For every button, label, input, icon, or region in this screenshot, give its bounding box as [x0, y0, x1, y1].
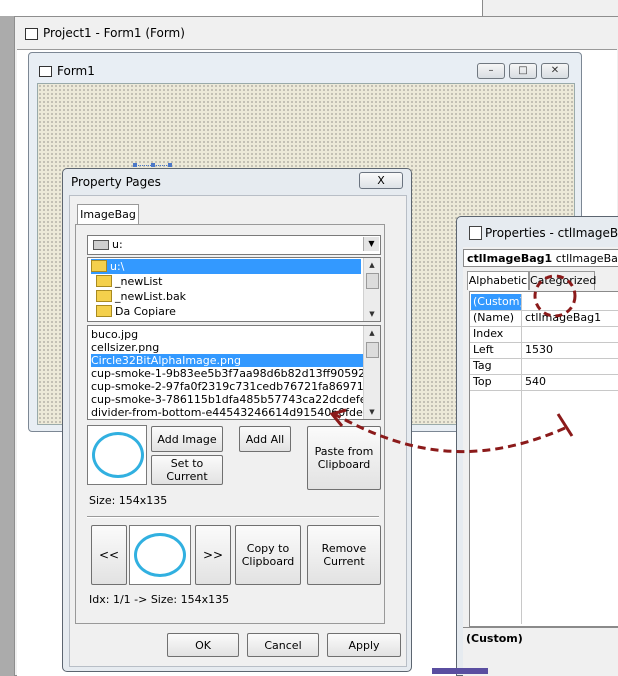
property-name: Index: [471, 326, 522, 342]
description-title: (Custom): [466, 632, 523, 645]
folder-icon: [91, 260, 107, 272]
property-row-tag[interactable]: Tag: [470, 358, 618, 375]
list-item[interactable]: cup-smoke-1-9b83ee5b3f7aa98d6b82d13ff905…: [91, 367, 363, 380]
property-value[interactable]: [523, 358, 525, 374]
divider: [87, 516, 379, 518]
remove-current-button[interactable]: Remove Current: [307, 525, 381, 585]
properties-title: Properties - ctlImageBag1: [485, 226, 618, 240]
drive-combo[interactable]: u: ▼: [87, 235, 381, 255]
property-row-left[interactable]: Left 1530: [470, 342, 618, 359]
taskbar-fragment: [432, 668, 488, 674]
current-image-circle: [134, 533, 186, 577]
properties-window: Properties - ctlImageBag1 ctlImageBag1 c…: [456, 216, 618, 676]
list-item[interactable]: _newList.bak: [96, 289, 186, 304]
add-image-button[interactable]: Add Image: [151, 426, 223, 452]
list-item[interactable]: cellsizer.png: [91, 341, 363, 354]
list-item[interactable]: divider-from-bottom-e44543246614d9154060…: [91, 406, 363, 419]
scroll-down-icon[interactable]: ▼: [364, 405, 380, 419]
folder-icon: [96, 275, 112, 287]
property-pages-dialog: Property Pages X ImageBag u: ▼ u:\ _newL…: [62, 168, 412, 672]
tab-alphabetic[interactable]: Alphabetic: [467, 271, 529, 290]
project-window-titlebar[interactable]: Project1 - Form1 (Form): [15, 17, 618, 49]
dir-label: _newList: [115, 275, 163, 288]
previous-button[interactable]: <<: [91, 525, 127, 585]
index-label: Idx: 1/1 -> Size: 154x135: [89, 593, 230, 606]
scroll-down-icon[interactable]: ▼: [364, 307, 380, 321]
copy-to-clipboard-button[interactable]: Copy to Clipboard: [235, 525, 301, 585]
properties-icon: [469, 226, 482, 240]
dir-label: u:\: [110, 260, 125, 273]
resize-handle[interactable]: [168, 163, 172, 167]
list-item-selected[interactable]: Circle32BitAlphaImage.png: [91, 354, 363, 367]
list-item[interactable]: u:\: [91, 259, 361, 274]
dir-label: _newList.bak: [115, 290, 187, 303]
preview-circle: [92, 432, 144, 478]
property-pages-title: Property Pages: [71, 175, 161, 189]
dir-scrollbar[interactable]: ▲ ▼: [363, 258, 380, 321]
property-row-top[interactable]: Top 540: [470, 374, 618, 391]
scroll-up-icon[interactable]: ▲: [364, 326, 380, 340]
dir-label: Da Copiare: [115, 305, 176, 318]
property-row-index[interactable]: Index: [470, 326, 618, 343]
property-name: (Name): [471, 310, 522, 326]
property-row-custom[interactable]: (Custom): [470, 294, 618, 311]
set-to-current-button[interactable]: Set to Current: [151, 455, 223, 485]
grid-divider: [521, 294, 522, 624]
property-value[interactable]: [523, 294, 525, 310]
scroll-thumb[interactable]: [366, 342, 379, 358]
next-button[interactable]: >>: [195, 525, 231, 585]
form1-title: Form1: [57, 64, 95, 78]
object-combo[interactable]: ctlImageBag1 ctlImageBag: [463, 249, 618, 267]
tab-imagebag[interactable]: ImageBag: [77, 204, 139, 226]
list-item[interactable]: Da Copiare: [96, 304, 176, 319]
file-list[interactable]: buco.jpg cellsizer.png Circle32BitAlphaI…: [87, 325, 381, 420]
object-type: ctlImageBag: [555, 252, 618, 265]
size-label: Size: 154x135: [89, 494, 168, 507]
project-window-title: Project1 - Form1 (Form): [43, 26, 185, 40]
property-value[interactable]: ctlImageBag1: [523, 310, 601, 326]
list-item[interactable]: _newList: [96, 274, 162, 289]
list-item[interactable]: cup-smoke-2-97fa0f2319c731cedb76721fa869…: [91, 380, 363, 393]
property-value[interactable]: [523, 326, 525, 342]
directory-list[interactable]: u:\ _newList _newList.bak Da Copiare ▲ ▼: [87, 257, 381, 322]
image-preview: [87, 425, 147, 485]
resize-handle[interactable]: [151, 163, 155, 167]
folder-icon: [96, 290, 112, 302]
property-name: (Custom): [471, 294, 522, 310]
property-value[interactable]: 1530: [523, 342, 553, 358]
ide-side-panel: [482, 0, 618, 16]
minimize-button[interactable]: –: [477, 63, 505, 79]
resize-handle[interactable]: [133, 163, 137, 167]
cancel-button[interactable]: Cancel: [247, 633, 319, 657]
apply-button[interactable]: Apply: [327, 633, 401, 657]
property-row-name[interactable]: (Name) ctlImageBag1: [470, 310, 618, 327]
property-name: Top: [471, 374, 522, 390]
property-name: Left: [471, 342, 522, 358]
drive-icon: [93, 240, 109, 250]
property-name: Tag: [471, 358, 522, 374]
form-icon: [25, 28, 38, 40]
form-icon: [39, 66, 52, 77]
scroll-thumb[interactable]: [366, 273, 379, 289]
scroll-up-icon[interactable]: ▲: [364, 258, 380, 272]
property-value[interactable]: 540: [523, 374, 546, 390]
list-item[interactable]: buco.jpg: [91, 328, 363, 341]
add-all-button[interactable]: Add All: [239, 426, 291, 452]
tab-categorized[interactable]: Categorized: [529, 271, 596, 290]
dialog-close-button[interactable]: X: [359, 172, 403, 189]
property-grid: (Custom) (Name) ctlImageBag1 Index Left …: [469, 291, 618, 627]
close-button[interactable]: ✕: [541, 63, 569, 79]
paste-from-clipboard-button[interactable]: Paste from Clipboard: [307, 426, 381, 490]
file-scrollbar[interactable]: ▲ ▼: [363, 326, 380, 419]
object-name: ctlImageBag1: [467, 252, 553, 265]
ok-button[interactable]: OK: [167, 633, 239, 657]
current-image-preview: [129, 525, 191, 585]
list-item[interactable]: cup-smoke-3-786115b1dfa485b57743ca22dcde…: [91, 393, 363, 406]
dropdown-arrow-icon[interactable]: ▼: [363, 237, 379, 251]
drive-value: u:: [112, 238, 123, 251]
maximize-button[interactable]: □: [509, 63, 537, 79]
folder-icon: [96, 305, 112, 317]
